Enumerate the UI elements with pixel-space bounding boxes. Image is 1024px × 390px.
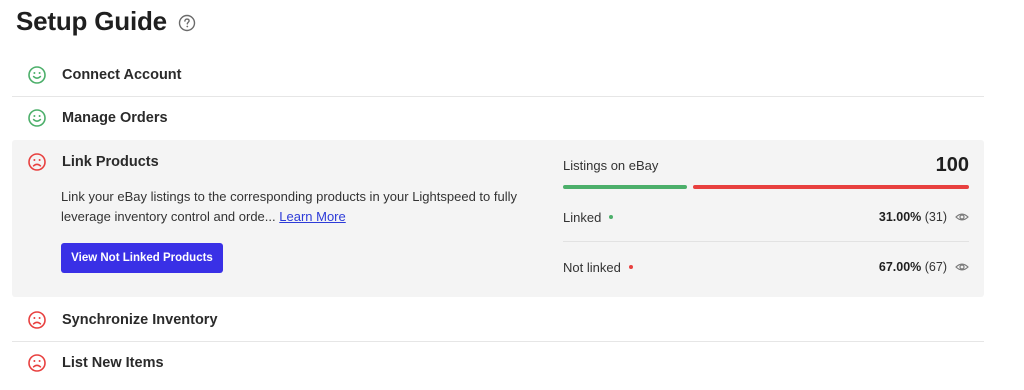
view-not-linked-products-button[interactable]: View Not Linked Products (61, 243, 223, 273)
stat-row-linked: Linked 31.00% (31) (563, 207, 969, 227)
stat-percent: 67.00% (878, 260, 922, 274)
step-link-products[interactable]: Link Products (12, 152, 159, 172)
smiley-happy-icon (27, 65, 47, 85)
smiley-sad-icon (27, 310, 47, 330)
divider (12, 96, 984, 97)
step-label: Connect Account (62, 67, 182, 83)
stat-percent: 31.00% (878, 210, 922, 224)
step-list-new-items[interactable]: List New Items (12, 353, 984, 373)
eye-icon[interactable] (955, 260, 969, 274)
step-description: Link your eBay listings to the correspon… (61, 187, 531, 227)
step-label: List New Items (62, 355, 164, 371)
listings-stats: Listings on eBay 100 Linked 31.00% (31) … (563, 140, 969, 297)
stat-value: 31.00% (31) (879, 210, 947, 224)
listings-total: 100 (935, 154, 969, 176)
stat-name: Linked (563, 209, 602, 225)
question-circle-icon[interactable] (178, 14, 196, 32)
listings-label: Listings on eBay (563, 158, 659, 173)
step-manage-orders[interactable]: Manage Orders (12, 108, 984, 128)
divider (563, 241, 969, 242)
stat-row-not-linked: Not linked 67.00% (67) (563, 257, 969, 277)
step-label: Synchronize Inventory (62, 312, 218, 328)
status-dot-icon (628, 265, 633, 269)
not-linked-progress-bar (693, 185, 969, 189)
smiley-happy-icon (27, 108, 47, 128)
page-title: Setup Guide (16, 6, 167, 36)
page-header: Setup Guide (16, 6, 196, 37)
linked-progress-bar (563, 185, 687, 189)
stat-count: (67) (924, 260, 947, 274)
eye-icon[interactable] (955, 210, 969, 224)
status-dot-icon (609, 215, 614, 219)
step-label: Manage Orders (62, 110, 168, 126)
step-label: Link Products (62, 154, 159, 170)
smiley-sad-icon (27, 353, 47, 373)
stat-count: (31) (924, 210, 947, 224)
learn-more-link[interactable]: Learn More (279, 209, 345, 224)
step-link-products-panel: Link Products Link your eBay listings to… (12, 140, 984, 297)
stat-name: Not linked (563, 259, 621, 275)
step-connect-account[interactable]: Connect Account (12, 65, 984, 85)
divider (12, 341, 984, 342)
stat-value: 67.00% (67) (879, 260, 947, 274)
step-synchronize-inventory[interactable]: Synchronize Inventory (12, 310, 984, 330)
smiley-sad-icon (27, 152, 47, 172)
